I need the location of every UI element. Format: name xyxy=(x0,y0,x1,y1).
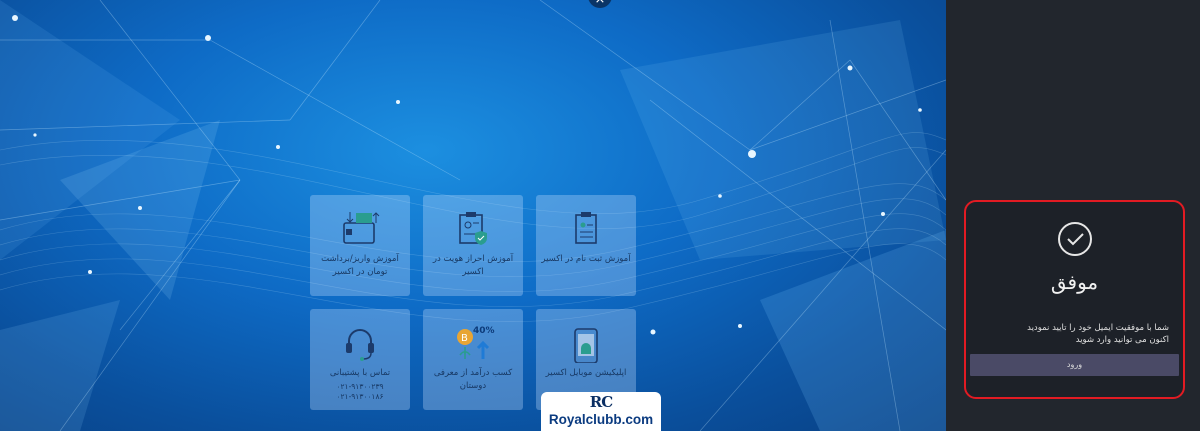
tile-label: اپلیکیشن موبایل اکسیر xyxy=(545,368,627,378)
watermark-site: Royalclubb.com xyxy=(548,412,654,427)
tile-label: آموزش ثبت نام در اکسیر xyxy=(541,254,631,264)
referral-percent-badge: 40% xyxy=(473,326,495,336)
tile-referral-income[interactable]: B 40% کسب درآمد از معرفی دوستان xyxy=(423,309,523,410)
tile-support-contact[interactable]: تماس با پشتیبانی ۰۲۱-۹۱۳۰۰۲۳۹ ۰۲۱-۹۱۳۰۰۱… xyxy=(310,309,410,410)
bitcoin-growth-icon: B 40% xyxy=(423,323,523,363)
tile-identity-tutorial[interactable]: آموزش احراز هویت در اکسیر xyxy=(423,195,523,296)
tile-label: آموزش واریز/برداشت تومان در اکسیر xyxy=(321,254,399,277)
tile-label: کسب درآمد از معرفی دوستان xyxy=(433,368,513,391)
registration-doc-icon xyxy=(536,209,636,249)
dialog-title: موفق xyxy=(1050,270,1099,294)
wallet-transfer-icon xyxy=(310,209,410,249)
android-phone-icon xyxy=(536,323,636,364)
success-dialog: موفق شما با موفقیت ایمیل خود را تایید نم… xyxy=(964,200,1185,399)
tile-label: تماس با پشتیبانی xyxy=(329,368,391,378)
dialog-message: شما با موفقیت ایمیل خود را تایید نمودید … xyxy=(976,322,1169,346)
headset-icon xyxy=(310,323,410,363)
tile-registration-tutorial[interactable]: آموزش ثبت نام در اکسیر xyxy=(536,195,636,296)
svg-text:B: B xyxy=(461,333,468,344)
tile-label: آموزش احراز هویت در اکسیر xyxy=(432,254,514,277)
login-button[interactable]: ورود xyxy=(970,354,1179,376)
identity-verify-icon xyxy=(423,209,523,249)
watermark-rc-mark: RC xyxy=(589,393,613,411)
support-phone-2: ۰۲۱-۹۱۳۰۰۱۸۶ xyxy=(336,392,384,401)
tile-wallet-tutorial[interactable]: آموزش واریز/برداشت تومان در اکسیر xyxy=(310,195,410,296)
dialog-message-line1: شما با موفقیت ایمیل خود را تایید نمودید xyxy=(1027,323,1169,333)
watermark-logo: RC Royalclubb.com xyxy=(541,392,661,431)
checkmark-circle-icon xyxy=(1058,222,1092,256)
dialog-message-line2: اکنون می توانید وارد شوید xyxy=(1075,335,1169,345)
